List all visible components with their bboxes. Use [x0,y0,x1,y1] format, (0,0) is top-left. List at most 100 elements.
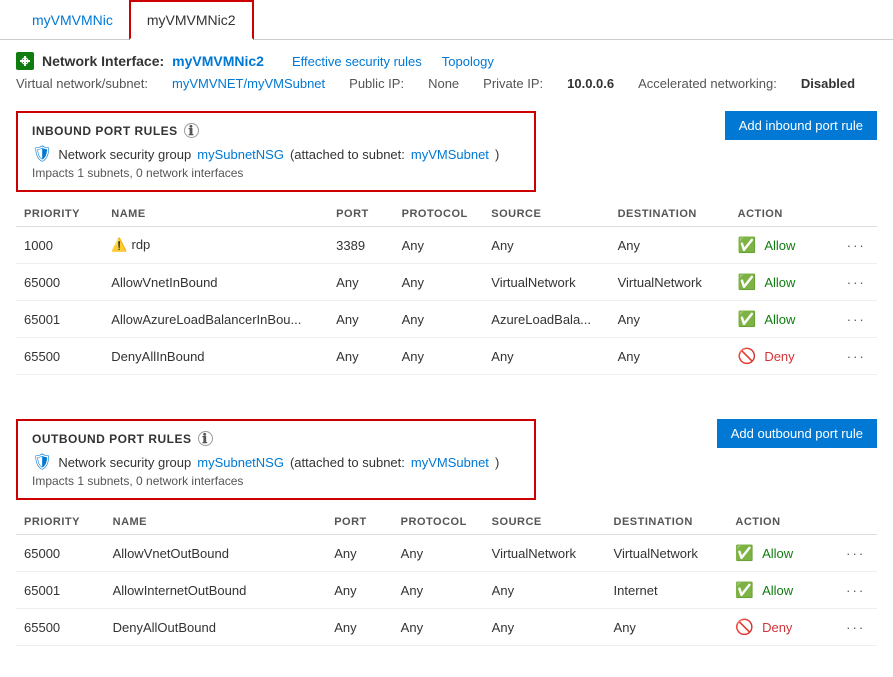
inbound-title: INBOUND PORT RULES [32,124,178,138]
table-row[interactable]: 65000 AllowVnetOutBound Any Any VirtualN… [16,535,877,572]
cell-action: ✅ Allow [727,572,838,609]
cell-priority: 65500 [16,609,105,646]
inbound-impacts: Impacts 1 subnets, 0 network interfaces [32,166,520,180]
cell-menu[interactable]: ··· [839,227,877,264]
add-outbound-rule-button[interactable]: Add outbound port rule [717,419,877,448]
action-label: Deny [762,620,792,635]
table-row[interactable]: 65001 AllowInternetOutBound Any Any Any … [16,572,877,609]
inbound-table-body: 1000 ⚠️rdp 3389 Any Any Any ✅ Allow ··· … [16,227,877,375]
cell-protocol: Any [394,227,484,264]
cell-port: Any [328,301,393,338]
cell-destination: Any [610,301,730,338]
cell-menu[interactable]: ··· [838,609,877,646]
outbound-impacts: Impacts 1 subnets, 0 network interfaces [32,474,520,488]
vnet-subnet-label: Virtual network/subnet: [16,76,148,91]
add-inbound-rule-button[interactable]: Add inbound port rule [725,111,877,140]
cell-port: Any [328,264,393,301]
table-row[interactable]: 1000 ⚠️rdp 3389 Any Any Any ✅ Allow ··· [16,227,877,264]
cell-action: ✅ Allow [730,264,839,301]
allow-icon: ✅ [738,310,757,328]
outbound-subnet-suffix: ) [495,455,499,470]
public-ip-label: Public IP: [349,76,404,91]
cell-destination: Internet [606,572,728,609]
effective-security-rules-link[interactable]: Effective security rules [292,54,422,69]
outbound-section-top: OUTBOUND PORT RULES ℹ 🛡 Network security… [16,419,877,500]
outbound-subnet-link[interactable]: myVMSubnet [411,455,489,470]
inbound-header-row: PRIORITY NAME PORT PROTOCOL SOURCE DESTI… [16,200,877,227]
allow-icon: ✅ [735,581,754,599]
deny-icon: 🚫 [738,347,757,365]
cell-protocol: Any [394,301,484,338]
cell-port: 3389 [328,227,393,264]
inbound-rules-table: PRIORITY NAME PORT PROTOCOL SOURCE DESTI… [16,200,877,375]
cell-protocol: Any [394,338,484,375]
col-source-header: SOURCE [483,200,609,227]
action-label: Allow [764,312,795,327]
network-interface-name[interactable]: myVMVMNic2 [172,53,264,69]
outbound-rules-table: PRIORITY NAME PORT PROTOCOL SOURCE DESTI… [16,508,877,646]
col-name-header: NAME [103,200,328,227]
outbound-header-box: OUTBOUND PORT RULES ℹ 🛡 Network security… [16,419,536,500]
network-interface-icon [16,52,34,70]
tab-nic1[interactable]: myVMVMNic [16,0,129,39]
table-row[interactable]: 65500 DenyAllOutBound Any Any Any Any 🚫 … [16,609,877,646]
tab-nic2[interactable]: myVMVMNic2 [129,0,254,40]
cell-menu[interactable]: ··· [839,301,877,338]
cell-destination: VirtualNetwork [606,535,728,572]
cell-priority: 1000 [16,227,103,264]
outbound-info-icon[interactable]: ℹ [198,431,213,446]
cell-name: AllowInternetOutBound [105,572,327,609]
outbound-shield-icon: 🛡 [32,452,52,472]
table-row[interactable]: 65000 AllowVnetInBound Any Any VirtualNe… [16,264,877,301]
deny-icon: 🚫 [735,618,754,636]
cell-priority: 65000 [16,264,103,301]
col-protocol-header: PROTOCOL [394,200,484,227]
cell-source: AzureLoadBala... [483,301,609,338]
cell-source: Any [484,609,606,646]
action-label: Allow [762,546,793,561]
cell-destination: Any [610,227,730,264]
outbound-table-body: 65000 AllowVnetOutBound Any Any VirtualN… [16,535,877,646]
cell-protocol: Any [393,609,484,646]
vnet-subnet-value[interactable]: myVMVNET/myVMSubnet [172,76,325,91]
allow-icon: ✅ [738,236,757,254]
col-port-header: PORT [328,200,393,227]
action-label: Deny [764,349,794,364]
cell-name: ⚠️rdp [103,227,328,264]
col-dest-header-out: DESTINATION [606,508,728,535]
outbound-title: OUTBOUND PORT RULES [32,432,192,446]
public-ip-value: None [428,76,459,91]
cell-action: 🚫 Deny [730,338,839,375]
inbound-title-row: INBOUND PORT RULES ℹ [32,123,520,138]
inbound-subnet-suffix: ) [495,147,499,162]
inbound-nsg-link[interactable]: mySubnetNSG [197,147,284,162]
cell-menu[interactable]: ··· [839,338,877,375]
allow-icon: ✅ [738,273,757,291]
cell-menu[interactable]: ··· [838,572,877,609]
inbound-info-icon[interactable]: ℹ [184,123,199,138]
action-cell: 🚫 Deny [735,618,830,636]
cell-menu[interactable]: ··· [839,264,877,301]
action-cell: 🚫 Deny [738,347,831,365]
topology-link[interactable]: Topology [442,54,494,69]
inbound-section: INBOUND PORT RULES ℹ 🛡 Network security … [16,111,877,375]
cell-action: ✅ Allow [730,301,839,338]
cell-menu[interactable]: ··· [838,535,877,572]
cell-action: 🚫 Deny [727,609,838,646]
table-row[interactable]: 65500 DenyAllInBound Any Any Any Any 🚫 D… [16,338,877,375]
outbound-header-row: PRIORITY NAME PORT PROTOCOL SOURCE DESTI… [16,508,877,535]
col-menu-header [839,200,877,227]
outbound-table-header: PRIORITY NAME PORT PROTOCOL SOURCE DESTI… [16,508,877,535]
table-row[interactable]: 65001 AllowAzureLoadBalancerInBou... Any… [16,301,877,338]
cell-source: VirtualNetwork [483,264,609,301]
cell-source: Any [483,227,609,264]
col-port-header-out: PORT [326,508,392,535]
outbound-nsg-link[interactable]: mySubnetNSG [197,455,284,470]
action-cell: ✅ Allow [738,273,831,291]
action-label: Allow [764,275,795,290]
header-section: Network Interface: myVMVMNic2 Effective … [0,40,893,99]
inbound-header-box: INBOUND PORT RULES ℹ 🛡 Network security … [16,111,536,192]
cell-action: ✅ Allow [727,535,838,572]
inbound-subnet-link[interactable]: myVMSubnet [411,147,489,162]
inbound-table-header: PRIORITY NAME PORT PROTOCOL SOURCE DESTI… [16,200,877,227]
